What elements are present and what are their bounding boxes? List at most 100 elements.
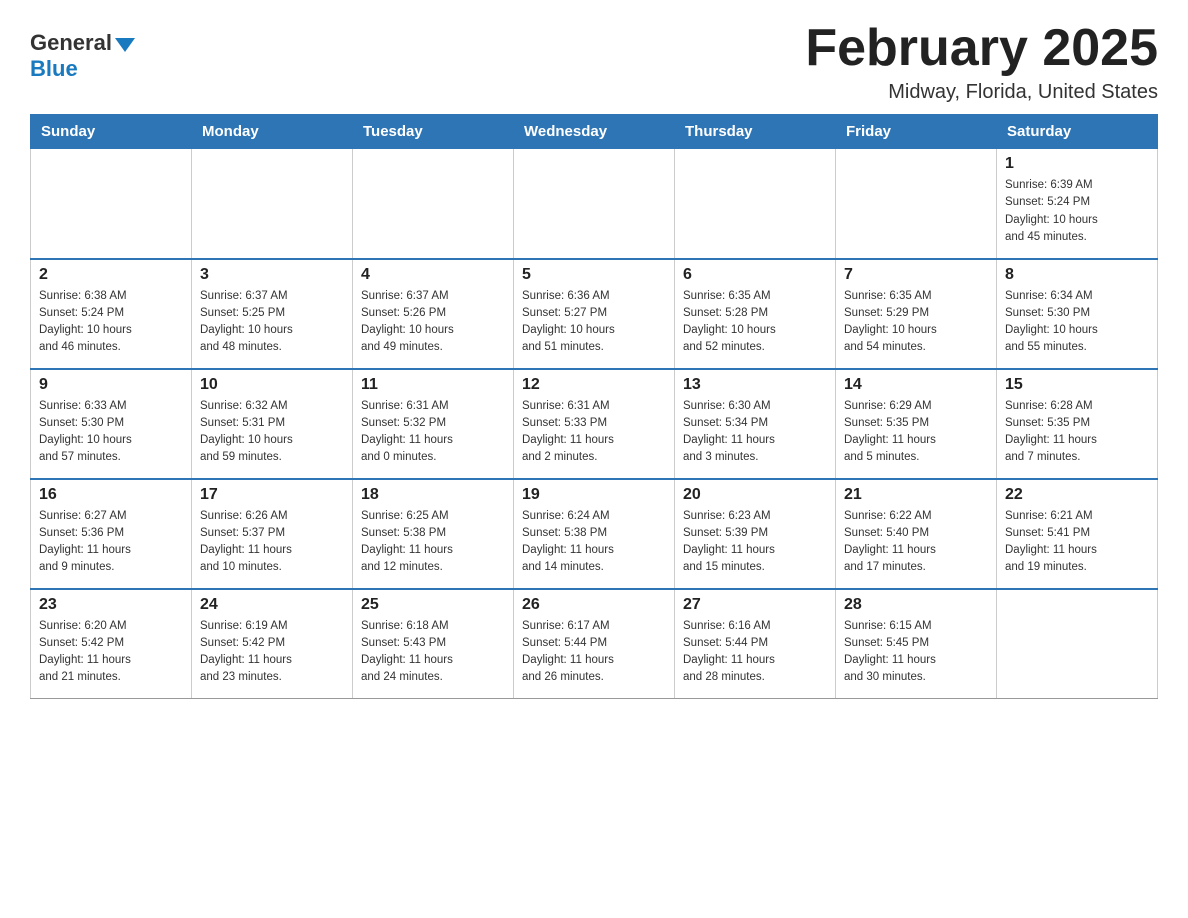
day-info: Sunrise: 6:37 AM Sunset: 5:26 PM Dayligh… [361, 288, 505, 357]
location-subtitle: Midway, Florida, United States [805, 81, 1158, 104]
logo-arrow-icon [115, 38, 135, 52]
day-number: 23 [39, 596, 183, 614]
calendar-week-row: 1 Sunrise: 6:39 AM Sunset: 5:24 PM Daylig… [31, 149, 1158, 259]
day-info: Sunrise: 6:35 AM Sunset: 5:29 PM Dayligh… [844, 288, 988, 357]
calendar-day-cell: 24Sunrise: 6:19 AM Sunset: 5:42 PM Dayli… [192, 589, 353, 699]
calendar-day-cell [836, 149, 997, 259]
weekday-header-row: SundayMondayTuesdayWednesdayThursdayFrid… [31, 115, 1158, 149]
day-number: 5 [522, 266, 666, 284]
calendar-day-cell: 6Sunrise: 6:35 AM Sunset: 5:28 PM Daylig… [675, 259, 836, 369]
day-info: Sunrise: 6:15 AM Sunset: 5:45 PM Dayligh… [844, 618, 988, 687]
logo-general-text: General [30, 30, 112, 56]
day-info: Sunrise: 6:16 AM Sunset: 5:44 PM Dayligh… [683, 618, 827, 687]
day-info: Sunrise: 6:34 AM Sunset: 5:30 PM Dayligh… [1005, 288, 1149, 357]
calendar-day-cell: 19 Sunrise: 6:24 AM Sunset: 5:38 PM Dayli… [514, 479, 675, 589]
calendar-day-cell: 27 Sunrise: 6:16 AM Sunset: 5:44 PM Dayli… [675, 589, 836, 699]
calendar-day-cell: 28 Sunrise: 6:15 AM Sunset: 5:45 PM Dayli… [836, 589, 997, 699]
calendar-day-cell [675, 149, 836, 259]
calendar-day-cell: 13 Sunrise: 6:30 AM Sunset: 5:34 PM Dayli… [675, 369, 836, 479]
calendar-day-cell: 2 Sunrise: 6:38 AM Sunset: 5:24 PM Daylig… [31, 259, 192, 369]
day-number: 7 [844, 266, 988, 284]
day-number: 25 [361, 596, 505, 614]
calendar-day-cell [353, 149, 514, 259]
calendar-day-cell [192, 149, 353, 259]
day-number: 13 [683, 376, 827, 394]
day-number: 11 [361, 376, 505, 394]
day-info: Sunrise: 6:28 AM Sunset: 5:35 PM Dayligh… [1005, 398, 1149, 467]
calendar-day-cell: 22 Sunrise: 6:21 AM Sunset: 5:41 PM Dayli… [997, 479, 1158, 589]
day-number: 16 [39, 486, 183, 504]
day-number: 28 [844, 596, 988, 614]
day-number: 21 [844, 486, 988, 504]
calendar-day-cell: 1 Sunrise: 6:39 AM Sunset: 5:24 PM Daylig… [997, 149, 1158, 259]
day-number: 10 [200, 376, 344, 394]
calendar-day-cell: 14Sunrise: 6:29 AM Sunset: 5:35 PM Dayli… [836, 369, 997, 479]
weekday-header-saturday: Saturday [997, 115, 1158, 149]
day-number: 19 [522, 486, 666, 504]
day-info: Sunrise: 6:37 AM Sunset: 5:25 PM Dayligh… [200, 288, 344, 357]
calendar-day-cell: 21 Sunrise: 6:22 AM Sunset: 5:40 PM Dayli… [836, 479, 997, 589]
day-number: 15 [1005, 376, 1149, 394]
day-info: Sunrise: 6:20 AM Sunset: 5:42 PM Dayligh… [39, 618, 183, 687]
calendar-day-cell: 25Sunrise: 6:18 AM Sunset: 5:43 PM Dayli… [353, 589, 514, 699]
day-number: 1 [1005, 155, 1149, 173]
calendar-day-cell: 18 Sunrise: 6:25 AM Sunset: 5:38 PM Dayli… [353, 479, 514, 589]
calendar-day-cell: 12 Sunrise: 6:31 AM Sunset: 5:33 PM Dayli… [514, 369, 675, 479]
page-header: General Blue February 2025 Midway, Flori… [30, 20, 1158, 104]
calendar-table: SundayMondayTuesdayWednesdayThursdayFrid… [30, 114, 1158, 699]
day-info: Sunrise: 6:24 AM Sunset: 5:38 PM Dayligh… [522, 508, 666, 577]
day-info: Sunrise: 6:30 AM Sunset: 5:34 PM Dayligh… [683, 398, 827, 467]
logo: General Blue [30, 30, 135, 82]
calendar-day-cell [31, 149, 192, 259]
day-number: 3 [200, 266, 344, 284]
calendar-day-cell: 11 Sunrise: 6:31 AM Sunset: 5:32 PM Dayli… [353, 369, 514, 479]
day-number: 27 [683, 596, 827, 614]
day-info: Sunrise: 6:26 AM Sunset: 5:37 PM Dayligh… [200, 508, 344, 577]
calendar-week-row: 16 Sunrise: 6:27 AM Sunset: 5:36 PM Dayli… [31, 479, 1158, 589]
day-info: Sunrise: 6:33 AM Sunset: 5:30 PM Dayligh… [39, 398, 183, 467]
day-number: 17 [200, 486, 344, 504]
calendar-day-cell: 10Sunrise: 6:32 AM Sunset: 5:31 PM Dayli… [192, 369, 353, 479]
day-info: Sunrise: 6:21 AM Sunset: 5:41 PM Dayligh… [1005, 508, 1149, 577]
calendar-day-cell: 5 Sunrise: 6:36 AM Sunset: 5:27 PM Daylig… [514, 259, 675, 369]
day-info: Sunrise: 6:27 AM Sunset: 5:36 PM Dayligh… [39, 508, 183, 577]
day-number: 12 [522, 376, 666, 394]
calendar-day-cell: 3 Sunrise: 6:37 AM Sunset: 5:25 PM Daylig… [192, 259, 353, 369]
title-section: February 2025 Midway, Florida, United St… [805, 20, 1158, 104]
calendar-day-cell [997, 589, 1158, 699]
calendar-day-cell: 8Sunrise: 6:34 AM Sunset: 5:30 PM Daylig… [997, 259, 1158, 369]
day-info: Sunrise: 6:25 AM Sunset: 5:38 PM Dayligh… [361, 508, 505, 577]
day-info: Sunrise: 6:22 AM Sunset: 5:40 PM Dayligh… [844, 508, 988, 577]
calendar-week-row: 23 Sunrise: 6:20 AM Sunset: 5:42 PM Dayli… [31, 589, 1158, 699]
day-number: 26 [522, 596, 666, 614]
weekday-header-monday: Monday [192, 115, 353, 149]
calendar-day-cell [514, 149, 675, 259]
day-info: Sunrise: 6:23 AM Sunset: 5:39 PM Dayligh… [683, 508, 827, 577]
calendar-day-cell: 17 Sunrise: 6:26 AM Sunset: 5:37 PM Dayli… [192, 479, 353, 589]
day-info: Sunrise: 6:19 AM Sunset: 5:42 PM Dayligh… [200, 618, 344, 687]
logo-blue-text: Blue [30, 56, 78, 82]
weekday-header-sunday: Sunday [31, 115, 192, 149]
weekday-header-tuesday: Tuesday [353, 115, 514, 149]
day-number: 2 [39, 266, 183, 284]
weekday-header-thursday: Thursday [675, 115, 836, 149]
day-info: Sunrise: 6:38 AM Sunset: 5:24 PM Dayligh… [39, 288, 183, 357]
calendar-day-cell: 7 Sunrise: 6:35 AM Sunset: 5:29 PM Daylig… [836, 259, 997, 369]
month-title: February 2025 [805, 20, 1158, 77]
weekday-header-wednesday: Wednesday [514, 115, 675, 149]
day-number: 18 [361, 486, 505, 504]
calendar-week-row: 9 Sunrise: 6:33 AM Sunset: 5:30 PM Daylig… [31, 369, 1158, 479]
day-info: Sunrise: 6:17 AM Sunset: 5:44 PM Dayligh… [522, 618, 666, 687]
day-number: 6 [683, 266, 827, 284]
calendar-day-cell: 23 Sunrise: 6:20 AM Sunset: 5:42 PM Dayli… [31, 589, 192, 699]
day-info: Sunrise: 6:36 AM Sunset: 5:27 PM Dayligh… [522, 288, 666, 357]
day-number: 9 [39, 376, 183, 394]
day-info: Sunrise: 6:29 AM Sunset: 5:35 PM Dayligh… [844, 398, 988, 467]
calendar-day-cell: 26 Sunrise: 6:17 AM Sunset: 5:44 PM Dayli… [514, 589, 675, 699]
day-number: 20 [683, 486, 827, 504]
day-number: 22 [1005, 486, 1149, 504]
day-info: Sunrise: 6:39 AM Sunset: 5:24 PM Dayligh… [1005, 177, 1149, 246]
calendar-day-cell: 4Sunrise: 6:37 AM Sunset: 5:26 PM Daylig… [353, 259, 514, 369]
day-info: Sunrise: 6:31 AM Sunset: 5:32 PM Dayligh… [361, 398, 505, 467]
day-info: Sunrise: 6:31 AM Sunset: 5:33 PM Dayligh… [522, 398, 666, 467]
